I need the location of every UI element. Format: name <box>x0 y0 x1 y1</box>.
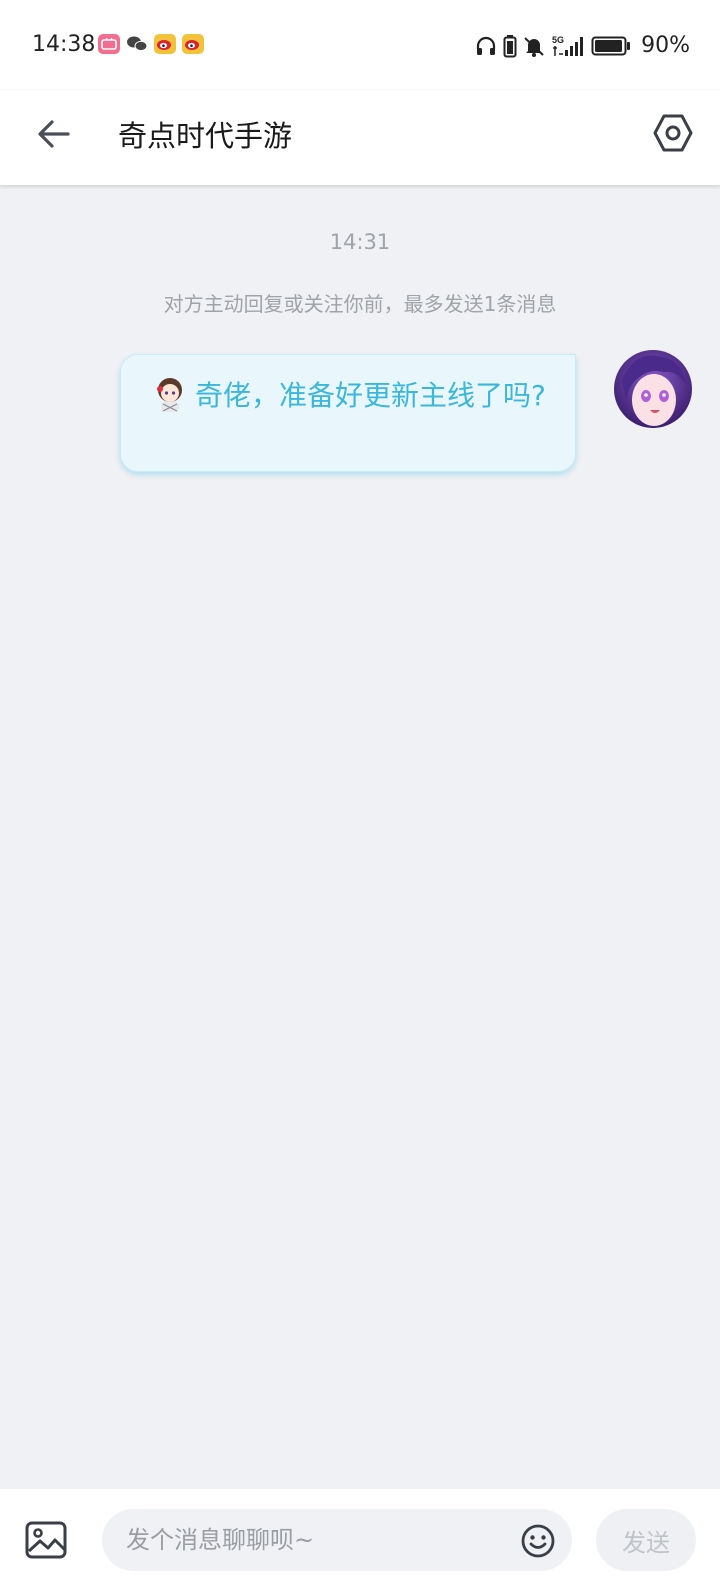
system-icons: 5G 90% <box>475 33 690 58</box>
battery-saver-icon <box>503 34 517 57</box>
settings-button[interactable] <box>652 112 694 154</box>
message-timestamp: 14:31 <box>329 230 391 254</box>
bilibili-icon <box>98 34 120 54</box>
weibo-icon <box>182 34 204 54</box>
back-button[interactable] <box>34 114 74 154</box>
weibo-icon <box>154 34 176 54</box>
battery-icon <box>591 36 631 55</box>
page-title: 奇点时代手游 <box>118 119 293 153</box>
image-icon <box>25 1521 67 1559</box>
message-composer: 发送 <box>0 1489 720 1591</box>
message-text: 奇佬，准备好更新主线了吗? <box>195 379 546 412</box>
chibi-sticker-icon <box>157 378 182 412</box>
mute-icon <box>524 36 544 57</box>
send-button[interactable]: 发送 <box>596 1509 696 1571</box>
message-content: 奇佬，准备好更新主线了吗? <box>149 373 549 417</box>
svg-text:5G: 5G <box>552 35 564 45</box>
hexagon-settings-icon <box>653 114 693 152</box>
message-input-container <box>102 1509 572 1571</box>
smiley-icon <box>521 1524 555 1558</box>
message-bubble[interactable]: 奇佬，准备好更新主线了吗? <box>120 354 576 472</box>
status-time: 14:38 <box>32 32 96 57</box>
headphones-icon <box>476 36 496 55</box>
messaging-limit-notice: 对方主动回复或关注你前，最多发送1条消息 <box>163 292 557 316</box>
wechat-icon <box>126 34 148 54</box>
battery-percent: 90% <box>641 33 690 58</box>
avatar[interactable] <box>614 350 692 428</box>
message-input[interactable] <box>126 1509 506 1571</box>
status-bar: 14:38 5G 90% <box>0 0 720 90</box>
app-bar: 奇点时代手游 <box>0 90 720 186</box>
emoji-button[interactable] <box>520 1523 556 1559</box>
image-picker-button[interactable] <box>25 1519 67 1561</box>
signal-5g-icon: 5G <box>552 35 584 56</box>
arrow-left-icon <box>38 120 70 148</box>
user-avatar-image <box>614 350 692 428</box>
notification-icons <box>98 34 204 54</box>
